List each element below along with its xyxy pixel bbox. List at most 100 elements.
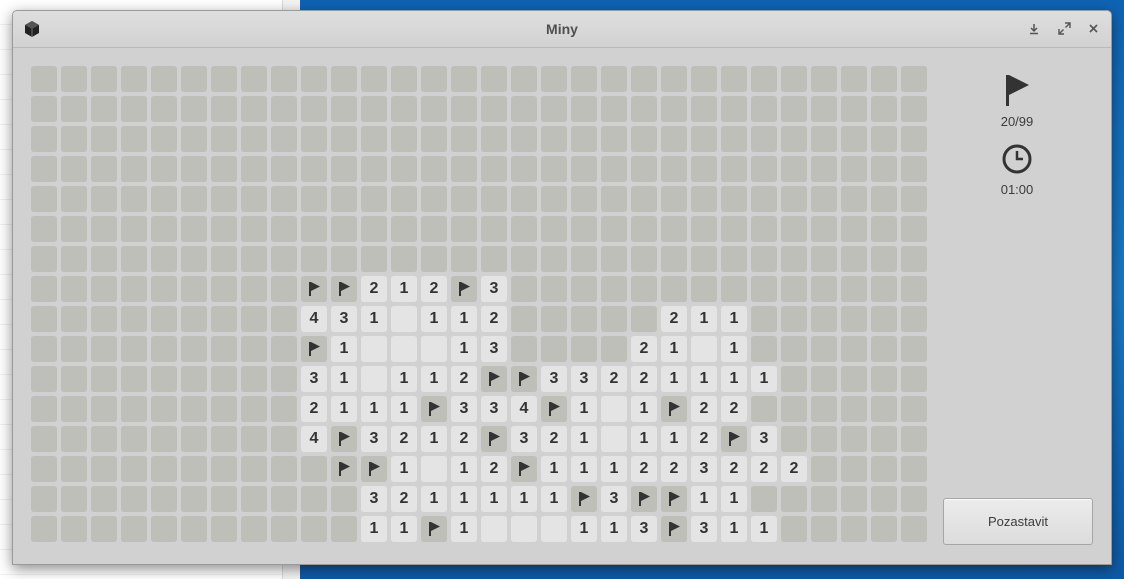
covered-cell[interactable]: [181, 96, 207, 122]
number-cell[interactable]: 2: [631, 456, 657, 482]
covered-cell[interactable]: [331, 486, 357, 512]
number-cell[interactable]: 1: [331, 336, 357, 362]
covered-cell[interactable]: [211, 366, 237, 392]
download-icon[interactable]: [1025, 20, 1043, 38]
covered-cell[interactable]: [331, 516, 357, 542]
covered-cell[interactable]: [301, 126, 327, 152]
covered-cell[interactable]: [721, 156, 747, 182]
covered-cell[interactable]: [331, 156, 357, 182]
number-cell[interactable]: 2: [451, 366, 477, 392]
covered-cell[interactable]: [781, 246, 807, 272]
covered-cell[interactable]: [631, 66, 657, 92]
covered-cell[interactable]: [901, 306, 927, 332]
covered-cell[interactable]: [781, 156, 807, 182]
covered-cell[interactable]: [811, 126, 837, 152]
covered-cell[interactable]: [601, 66, 627, 92]
covered-cell[interactable]: [361, 186, 387, 212]
covered-cell[interactable]: [781, 126, 807, 152]
number-cell[interactable]: 3: [601, 486, 627, 512]
covered-cell[interactable]: [91, 246, 117, 272]
covered-cell[interactable]: [91, 516, 117, 542]
covered-cell[interactable]: [91, 186, 117, 212]
number-cell[interactable]: 3: [481, 336, 507, 362]
covered-cell[interactable]: [751, 156, 777, 182]
covered-cell[interactable]: [181, 306, 207, 332]
covered-cell[interactable]: [151, 396, 177, 422]
covered-cell[interactable]: [61, 246, 87, 272]
covered-cell[interactable]: [541, 306, 567, 332]
covered-cell[interactable]: [31, 426, 57, 452]
covered-cell[interactable]: [241, 336, 267, 362]
covered-cell[interactable]: [511, 246, 537, 272]
covered-cell[interactable]: [391, 216, 417, 242]
covered-cell[interactable]: [121, 486, 147, 512]
covered-cell[interactable]: [871, 186, 897, 212]
covered-cell[interactable]: [241, 396, 267, 422]
covered-cell[interactable]: [211, 156, 237, 182]
number-cell[interactable]: 2: [751, 456, 777, 482]
covered-cell[interactable]: [751, 306, 777, 332]
covered-cell[interactable]: [241, 516, 267, 542]
covered-cell[interactable]: [121, 126, 147, 152]
covered-cell[interactable]: [901, 156, 927, 182]
number-cell[interactable]: 4: [301, 426, 327, 452]
covered-cell[interactable]: [271, 216, 297, 242]
number-cell[interactable]: 1: [421, 426, 447, 452]
empty-cell[interactable]: [601, 426, 627, 452]
covered-cell[interactable]: [901, 396, 927, 422]
number-cell[interactable]: 1: [721, 306, 747, 332]
covered-cell[interactable]: [841, 336, 867, 362]
covered-cell[interactable]: [61, 276, 87, 302]
covered-cell[interactable]: [211, 516, 237, 542]
covered-cell[interactable]: [751, 336, 777, 362]
covered-cell[interactable]: [841, 186, 867, 212]
covered-cell[interactable]: [661, 66, 687, 92]
number-cell[interactable]: 1: [451, 486, 477, 512]
covered-cell[interactable]: [31, 216, 57, 242]
covered-cell[interactable]: [841, 366, 867, 392]
empty-cell[interactable]: [391, 306, 417, 332]
covered-cell[interactable]: [901, 366, 927, 392]
covered-cell[interactable]: [121, 246, 147, 272]
covered-cell[interactable]: [271, 276, 297, 302]
number-cell[interactable]: 1: [721, 366, 747, 392]
number-cell[interactable]: 1: [721, 516, 747, 542]
covered-cell[interactable]: [91, 456, 117, 482]
number-cell[interactable]: 3: [481, 396, 507, 422]
covered-cell[interactable]: [811, 246, 837, 272]
covered-cell[interactable]: [781, 276, 807, 302]
covered-cell[interactable]: [391, 186, 417, 212]
covered-cell[interactable]: [571, 216, 597, 242]
covered-cell[interactable]: [601, 216, 627, 242]
covered-cell[interactable]: [571, 66, 597, 92]
number-cell[interactable]: 3: [451, 396, 477, 422]
flagged-cell[interactable]: [661, 486, 687, 512]
covered-cell[interactable]: [151, 366, 177, 392]
covered-cell[interactable]: [841, 216, 867, 242]
covered-cell[interactable]: [811, 96, 837, 122]
flagged-cell[interactable]: [421, 516, 447, 542]
covered-cell[interactable]: [871, 216, 897, 242]
covered-cell[interactable]: [61, 336, 87, 362]
number-cell[interactable]: 1: [541, 486, 567, 512]
covered-cell[interactable]: [91, 396, 117, 422]
covered-cell[interactable]: [511, 126, 537, 152]
empty-cell[interactable]: [481, 516, 507, 542]
empty-cell[interactable]: [421, 456, 447, 482]
covered-cell[interactable]: [601, 96, 627, 122]
covered-cell[interactable]: [871, 366, 897, 392]
covered-cell[interactable]: [601, 156, 627, 182]
covered-cell[interactable]: [151, 186, 177, 212]
covered-cell[interactable]: [601, 336, 627, 362]
covered-cell[interactable]: [61, 486, 87, 512]
covered-cell[interactable]: [781, 96, 807, 122]
covered-cell[interactable]: [571, 156, 597, 182]
covered-cell[interactable]: [901, 276, 927, 302]
number-cell[interactable]: 2: [631, 336, 657, 362]
covered-cell[interactable]: [871, 426, 897, 452]
covered-cell[interactable]: [511, 66, 537, 92]
covered-cell[interactable]: [661, 186, 687, 212]
covered-cell[interactable]: [121, 276, 147, 302]
covered-cell[interactable]: [481, 126, 507, 152]
number-cell[interactable]: 3: [571, 366, 597, 392]
